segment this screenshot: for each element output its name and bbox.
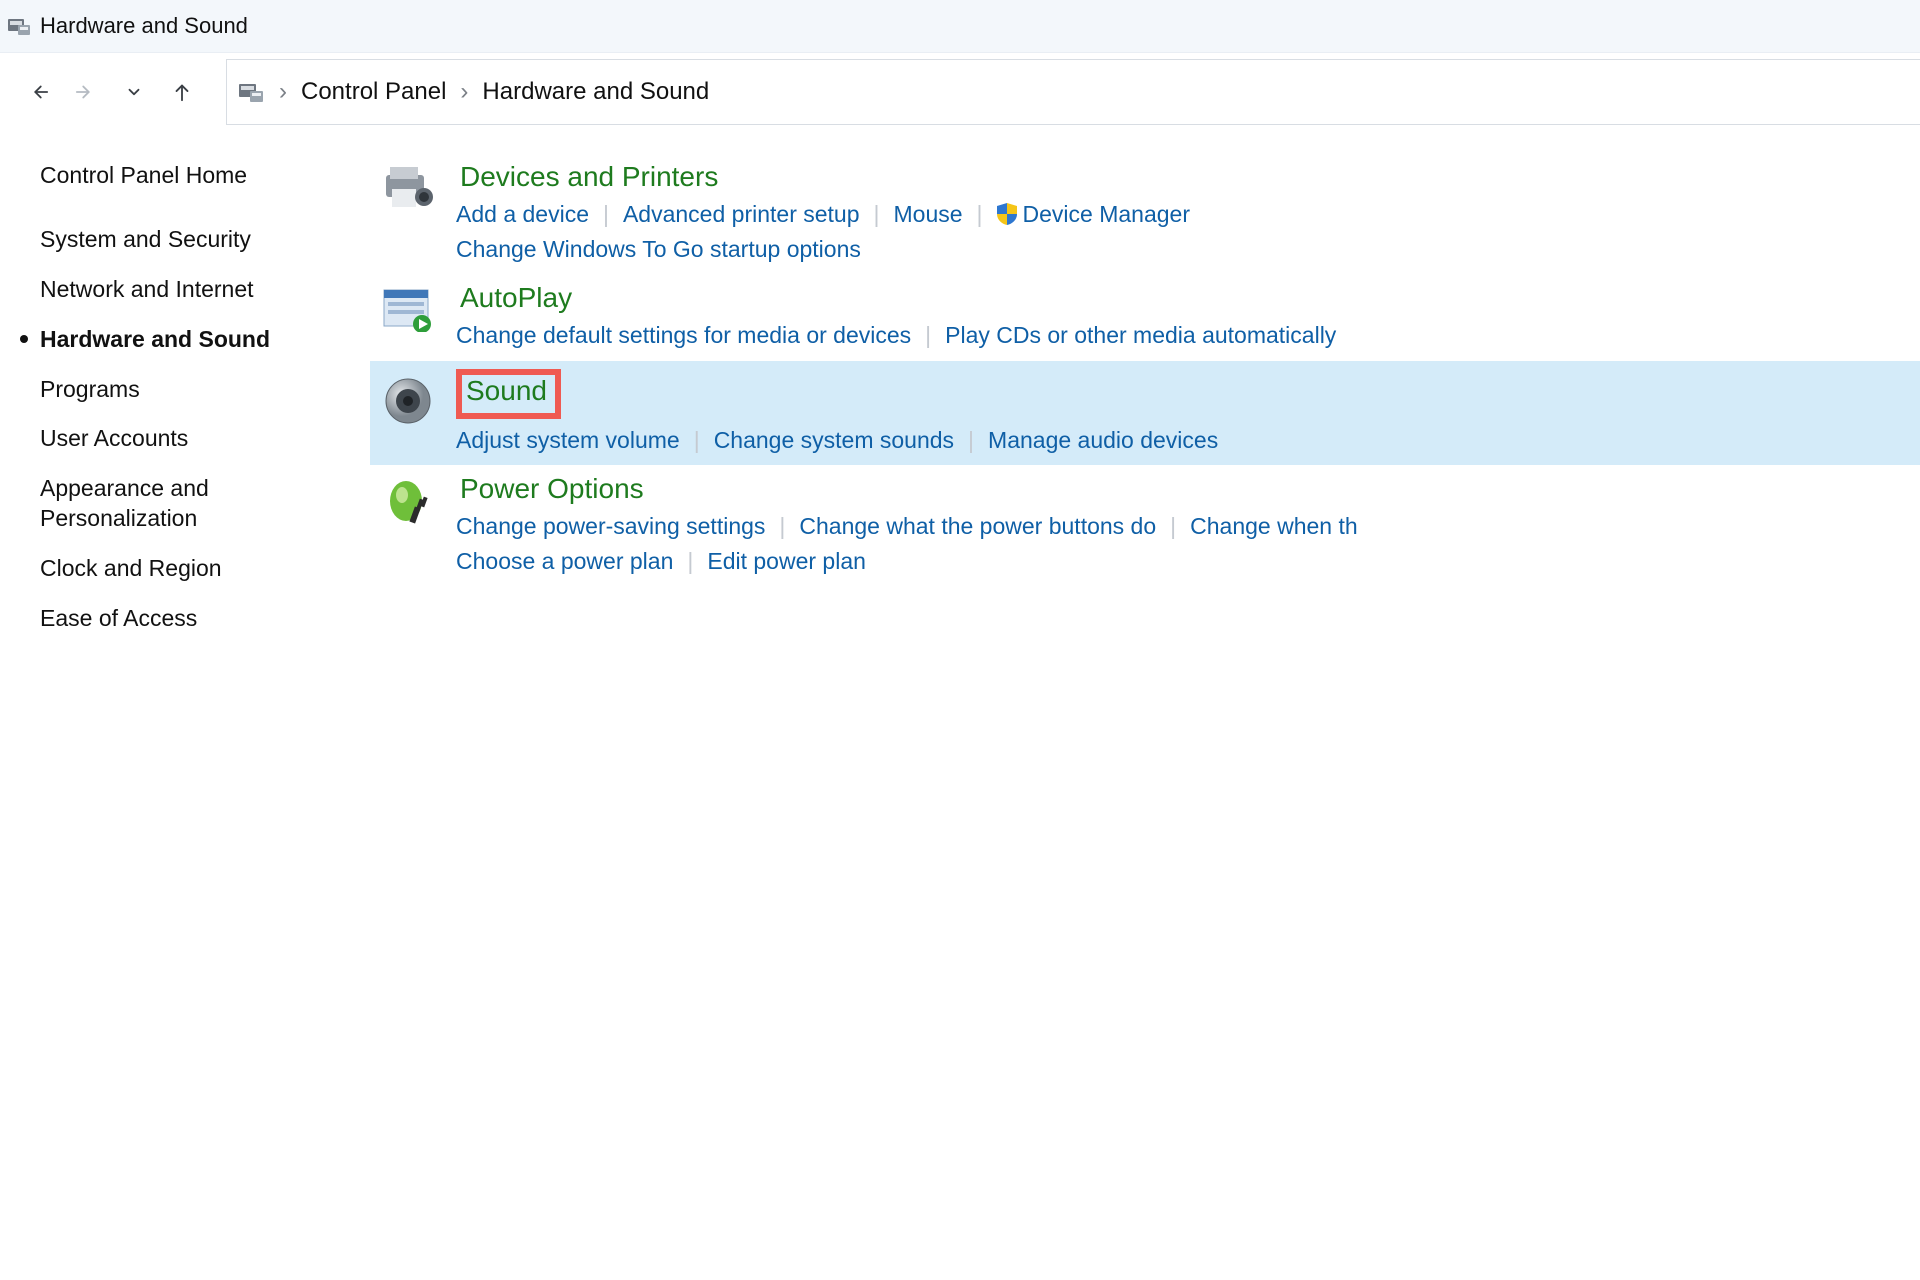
address-root-icon — [239, 82, 265, 102]
task-link-advanced-printer-setup[interactable]: Advanced printer setup — [623, 197, 860, 232]
category-title[interactable]: AutoPlay — [456, 282, 576, 314]
power-icon — [378, 473, 438, 578]
breadcrumb-control-panel[interactable]: Control Panel — [301, 78, 446, 106]
sidebar-item-clock-and-region[interactable]: Clock and Region — [40, 554, 356, 584]
link-separator: | — [694, 423, 700, 458]
content-area: Control Panel Home System and Security Ne… — [0, 131, 1920, 1280]
sidebar-item-network-and-internet[interactable]: Network and Internet — [40, 275, 356, 305]
recent-locations-button[interactable] — [110, 68, 158, 116]
sidebar-item-system-and-security[interactable]: System and Security — [40, 225, 356, 255]
category-devices-and-printers: Devices and Printers Add a device | Advance… — [370, 153, 1920, 274]
up-button[interactable] — [158, 68, 206, 116]
task-link-change-system-sounds[interactable]: Change system sounds — [714, 423, 954, 458]
address-bar[interactable]: › Control Panel › Hardware and Sound — [226, 59, 1920, 125]
sidebar: Control Panel Home System and Security Ne… — [0, 131, 370, 1280]
link-separator: | — [874, 197, 880, 232]
task-link-mouse[interactable]: Mouse — [894, 197, 963, 232]
printer-icon — [378, 161, 438, 266]
chevron-right-icon: › — [279, 78, 287, 106]
sidebar-item-hardware-and-sound[interactable]: Hardware and Sound — [40, 325, 356, 355]
category-autoplay: AutoPlay Change default settings for medi… — [370, 274, 1920, 361]
category-power-options: Power Options Change power-saving setting… — [370, 465, 1920, 586]
category-title[interactable]: Sound — [456, 369, 561, 419]
autoplay-icon — [378, 282, 438, 353]
category-sound: Sound Adjust system volume | Change system … — [370, 361, 1920, 466]
sidebar-item-appearance-and-personalization[interactable]: Appearance and Personalization — [40, 474, 356, 534]
task-link-device-manager[interactable]: Device Manager — [997, 197, 1190, 232]
chevron-right-icon: › — [460, 78, 468, 106]
shield-icon — [997, 203, 1017, 225]
forward-button[interactable] — [62, 68, 110, 116]
titlebar: Hardware and Sound — [0, 0, 1920, 53]
task-link-change-what-the-power-buttons-do[interactable]: Change what the power buttons do — [799, 509, 1156, 544]
link-separator: | — [977, 197, 983, 232]
window-title: Hardware and Sound — [40, 13, 248, 39]
sidebar-item-programs[interactable]: Programs — [40, 375, 356, 405]
task-link-manage-audio-devices[interactable]: Manage audio devices — [988, 423, 1218, 458]
task-link-choose-a-power-plan[interactable]: Choose a power plan — [456, 544, 673, 579]
breadcrumb-hardware-and-sound[interactable]: Hardware and Sound — [482, 78, 709, 106]
category-title[interactable]: Devices and Printers — [456, 161, 722, 193]
task-link-change-power-saving-settings[interactable]: Change power-saving settings — [456, 509, 765, 544]
sidebar-home-link[interactable]: Control Panel Home — [40, 161, 356, 191]
window-icon — [8, 17, 32, 35]
link-separator: | — [687, 544, 693, 579]
link-separator: | — [1170, 509, 1176, 544]
category-title[interactable]: Power Options — [456, 473, 648, 505]
link-separator: | — [925, 318, 931, 353]
sidebar-item-user-accounts[interactable]: User Accounts — [40, 424, 356, 454]
speaker-icon — [378, 369, 438, 458]
task-link-change-default-settings-for-media-or-devices[interactable]: Change default settings for media or dev… — [456, 318, 911, 353]
link-separator: | — [603, 197, 609, 232]
task-link-change-when-th[interactable]: Change when th — [1190, 509, 1358, 544]
link-separator: | — [968, 423, 974, 458]
task-link-play-cds-or-other-media-automatically[interactable]: Play CDs or other media automatically — [945, 318, 1336, 353]
task-link-add-a-device[interactable]: Add a device — [456, 197, 589, 232]
task-link-change-windows-to-go-startup-options[interactable]: Change Windows To Go startup options — [456, 232, 861, 267]
nav-row: › Control Panel › Hardware and Sound — [0, 53, 1920, 131]
main-panel: Devices and Printers Add a device | Advance… — [370, 131, 1920, 1280]
link-separator: | — [779, 509, 785, 544]
task-link-adjust-system-volume[interactable]: Adjust system volume — [456, 423, 680, 458]
back-button[interactable] — [14, 68, 62, 116]
task-link-edit-power-plan[interactable]: Edit power plan — [707, 544, 866, 579]
sidebar-item-ease-of-access[interactable]: Ease of Access — [40, 604, 356, 634]
